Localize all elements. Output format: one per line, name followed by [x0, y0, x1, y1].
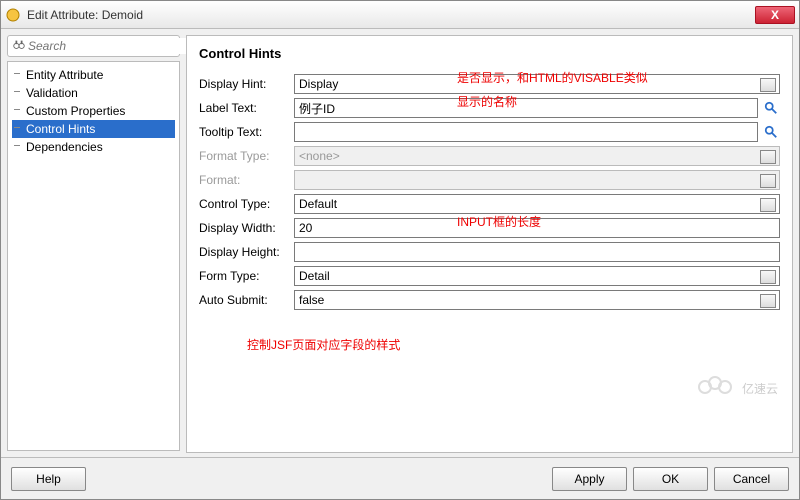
dropdown-format [294, 170, 780, 190]
dropdown-auto-submit[interactable]: false [294, 290, 780, 310]
annotation-summary: 控制JSF页面对应字段的样式 [247, 336, 400, 353]
search-input[interactable] [26, 38, 187, 54]
label-display-width: Display Width: [199, 221, 294, 235]
left-pane: Entity Attribute Validation Custom Prope… [1, 29, 186, 459]
app-icon [5, 7, 21, 23]
tree-item-validation[interactable]: Validation [12, 84, 175, 102]
input-label-text[interactable] [294, 98, 758, 118]
footer: Help Apply OK Cancel [1, 457, 799, 499]
row-tooltip-text: Tooltip Text: [199, 121, 780, 143]
label-display-height: Display Height: [199, 245, 294, 259]
label-tooltip-text: Tooltip Text: [199, 125, 294, 139]
help-button[interactable]: Help [11, 467, 86, 491]
label-auto-submit: Auto Submit: [199, 293, 294, 307]
watermark: 亿速云 [698, 376, 778, 400]
row-label-text: Label Text: [199, 97, 780, 119]
dropdown-display-hint[interactable]: Display [294, 74, 780, 94]
dropdown-format-type: <none> [294, 146, 780, 166]
ok-button[interactable]: OK [633, 467, 708, 491]
row-form-type: Form Type: Detail [199, 265, 780, 287]
titlebar: Edit Attribute: Demoid X [1, 1, 799, 29]
search-box[interactable] [7, 35, 180, 57]
input-display-height[interactable] [294, 242, 780, 262]
row-display-height: Display Height: [199, 241, 780, 263]
tree-item-custom-properties[interactable]: Custom Properties [12, 102, 175, 120]
row-control-type: Control Type: Default [199, 193, 780, 215]
binoculars-icon [12, 38, 26, 55]
form-panel: Control Hints Display Hint: Display 是否显示… [186, 35, 793, 453]
label-format-type: Format Type: [199, 149, 294, 163]
browse-tooltip-text-icon[interactable] [762, 123, 780, 141]
browse-label-text-icon[interactable] [762, 99, 780, 117]
label-format: Format: [199, 173, 294, 187]
row-display-hint: Display Hint: Display [199, 73, 780, 95]
tree-item-entity-attribute[interactable]: Entity Attribute [12, 66, 175, 84]
row-auto-submit: Auto Submit: false [199, 289, 780, 311]
dialog-window: Edit Attribute: Demoid X Entity Attribut… [0, 0, 800, 500]
input-tooltip-text[interactable] [294, 122, 758, 142]
cancel-button[interactable]: Cancel [714, 467, 789, 491]
tree-item-dependencies[interactable]: Dependencies [12, 138, 175, 156]
input-display-width[interactable] [294, 218, 780, 238]
watermark-logo-icon [698, 376, 738, 400]
close-button[interactable]: X [755, 6, 795, 24]
row-format: Format: [199, 169, 780, 191]
nav-tree: Entity Attribute Validation Custom Prope… [7, 61, 180, 451]
panel-heading: Control Hints [199, 46, 780, 61]
tree-item-control-hints[interactable]: Control Hints [12, 120, 175, 138]
dropdown-control-type[interactable]: Default [294, 194, 780, 214]
label-form-type: Form Type: [199, 269, 294, 283]
dropdown-form-type[interactable]: Detail [294, 266, 780, 286]
label-label-text: Label Text: [199, 101, 294, 115]
apply-button[interactable]: Apply [552, 467, 627, 491]
dialog-body: Entity Attribute Validation Custom Prope… [1, 29, 799, 459]
row-format-type: Format Type: <none> [199, 145, 780, 167]
label-control-type: Control Type: [199, 197, 294, 211]
label-display-hint: Display Hint: [199, 77, 294, 91]
row-display-width: Display Width: [199, 217, 780, 239]
window-title: Edit Attribute: Demoid [27, 8, 755, 22]
